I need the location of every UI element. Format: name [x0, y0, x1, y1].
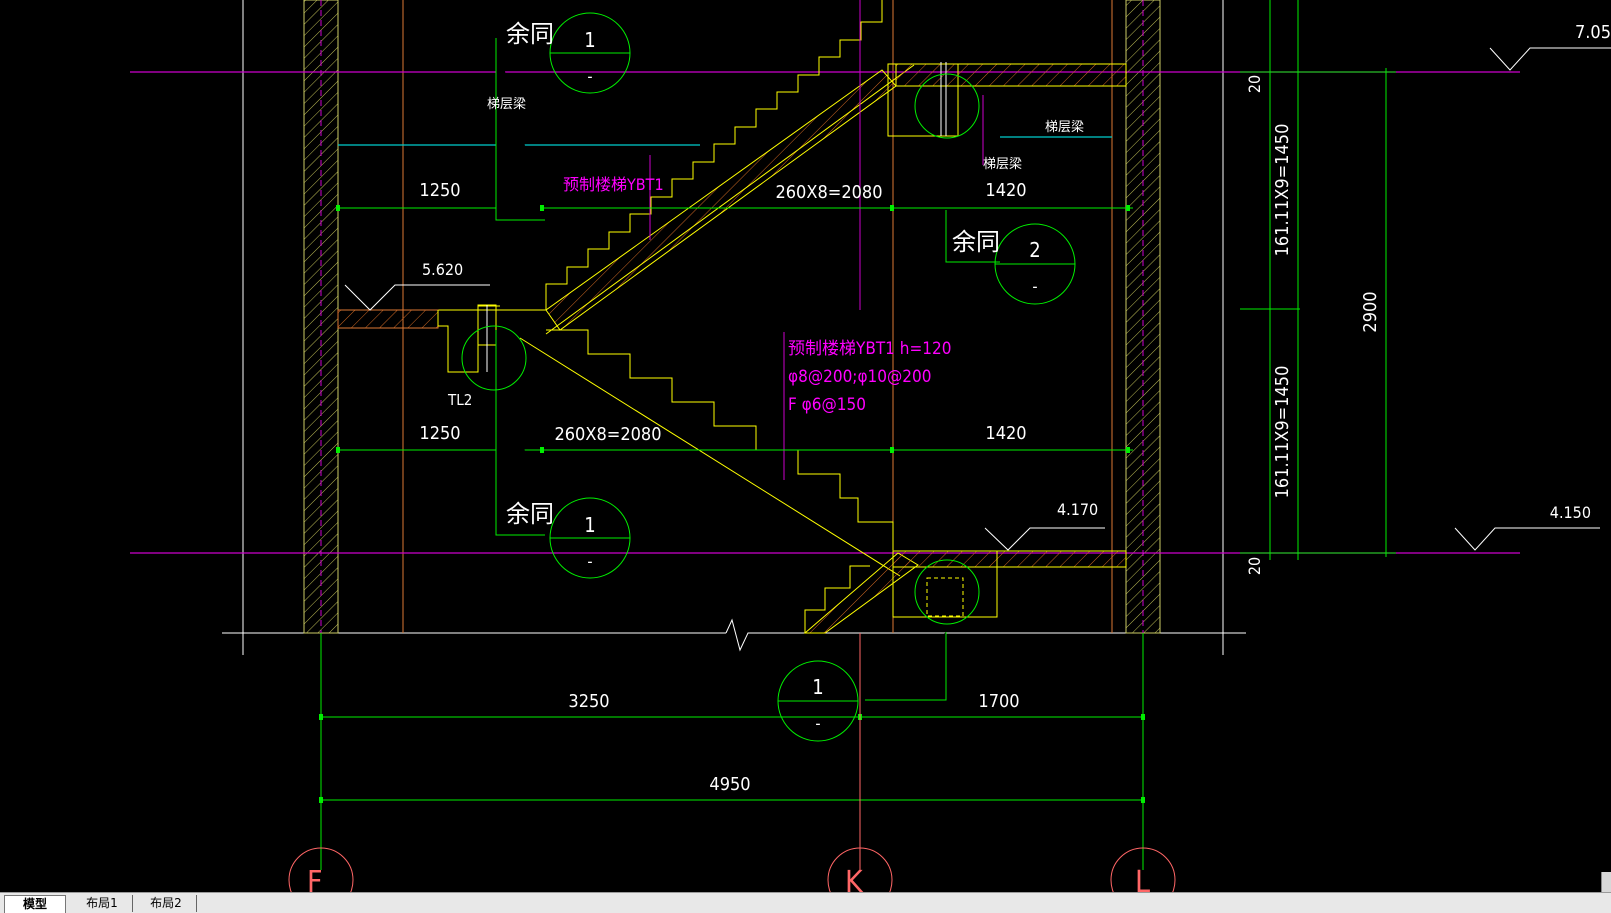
- detail-marker-2-num: 2: [1029, 238, 1040, 262]
- beam-label-right: 梯层梁: [1045, 120, 1084, 135]
- note-same-3: 余同: [506, 500, 554, 528]
- ybt1-detail-line1: 预制楼梯YBT1 h=120: [788, 339, 951, 359]
- dim-vert-total: 2900: [1360, 291, 1381, 332]
- note-same-2: 余同: [952, 228, 1000, 256]
- detail-marker-4-sub: -: [815, 714, 820, 733]
- grid-axis-k: K: [845, 865, 864, 892]
- dim-vert-small-bottom: 20: [1245, 557, 1264, 575]
- elevation-4-150: 4.150: [1550, 503, 1591, 522]
- elevation-7-05: 7.05: [1575, 22, 1611, 43]
- elevation-4-170: 4.170: [1057, 500, 1098, 519]
- tl2-label: TL2: [447, 391, 472, 409]
- detail-marker-3-num: 1: [584, 513, 595, 537]
- upper-landing: [887, 62, 1127, 137]
- beam-label-left: 梯层梁: [487, 97, 526, 112]
- dim-upper-right: 1420: [985, 180, 1026, 201]
- ybt1-detail-line2: φ8@200;φ10@200: [788, 367, 931, 387]
- tab-model[interactable]: 模型: [4, 895, 66, 913]
- dim-vert-upper: 161.11X9=1450: [1272, 124, 1293, 257]
- lower-landing: [892, 550, 1127, 618]
- dim-lower-left: 1250: [419, 423, 460, 444]
- ybt1-detail-line3: F φ6@150: [788, 395, 866, 415]
- cad-drawing-canvas[interactable]: 7.05 5.620 4.170 4.150 梯层梁 梯层梁 梯层梁 预制楼梯Y…: [0, 0, 1611, 892]
- elevation-symbols: [344, 47, 1611, 551]
- dim-upper-mid: 260X8=2080: [775, 182, 882, 203]
- wall-right: [1125, 0, 1161, 634]
- dim-upper-left: 1250: [419, 180, 460, 201]
- layout-tab-bar: 模型 布局1 布局2: [0, 892, 1611, 913]
- dim-bottom-total: 4950: [709, 774, 750, 795]
- scrollbar-corner[interactable]: [1601, 872, 1611, 892]
- detail-marker-1-sub: -: [587, 67, 592, 86]
- dim-lower-mid: 260X8=2080: [554, 424, 661, 445]
- dim-vert-lower: 161.11X9=1450: [1272, 366, 1293, 499]
- dim-bottom-left: 3250: [568, 691, 609, 712]
- dimension-ticks: [319, 205, 1145, 803]
- cad-window: { "drawing": { "colors": { "background":…: [0, 0, 1611, 913]
- detail-marker-1-num: 1: [584, 28, 595, 52]
- dimension-lines: [320, 0, 1396, 870]
- detail-marker-4-num: 1: [812, 675, 823, 699]
- detail-marker-2-sub: -: [1032, 277, 1037, 296]
- wall-left: [303, 0, 339, 634]
- dim-lower-right: 1420: [985, 423, 1026, 444]
- grid-axis-bubbles: [288, 847, 1176, 892]
- dim-bottom-right: 1700: [978, 691, 1019, 712]
- detail-marker-3-sub: -: [587, 552, 592, 571]
- tab-layout-1[interactable]: 布局1: [72, 895, 133, 912]
- tab-layout-2[interactable]: 布局2: [136, 895, 197, 912]
- dim-vert-small-top: 20: [1245, 75, 1264, 93]
- note-same-1: 余同: [506, 20, 554, 48]
- beam-label-right-2: 梯层梁: [983, 157, 1022, 172]
- grid-axis-l: L: [1135, 865, 1150, 892]
- ybt1-label-upper: 预制楼梯YBT1: [563, 175, 664, 194]
- grid-axis-f: F: [307, 865, 323, 892]
- elevation-5-620: 5.620: [422, 260, 463, 279]
